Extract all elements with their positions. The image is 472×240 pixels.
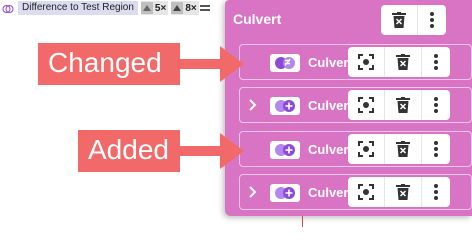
changed-count: 5× — [154, 2, 167, 14]
panel-title: Culvert — [233, 11, 282, 27]
added-items-icon — [171, 2, 184, 14]
delete-button[interactable] — [384, 90, 421, 120]
delete-button[interactable] — [384, 134, 421, 164]
focus-button[interactable] — [348, 134, 384, 164]
focus-target-icon — [358, 184, 374, 200]
kebab-menu-icon — [430, 12, 434, 28]
callout-added: Added — [78, 130, 180, 172]
list-item-culvert-changed[interactable]: Culvert — [239, 44, 472, 80]
region-compare-label[interactable]: Difference to Test Region — [18, 1, 138, 15]
delete-button[interactable] — [384, 177, 421, 207]
callout-arrow-changed — [180, 46, 244, 82]
row-label: Culvert — [308, 55, 353, 70]
added-count: 8× — [185, 2, 197, 14]
changed-count-chip: 5× — [140, 1, 169, 15]
focus-target-icon — [358, 141, 374, 157]
added-type-badge — [270, 184, 300, 202]
row-label: Culvert — [308, 185, 353, 200]
header-actions — [381, 5, 446, 35]
trash-icon — [396, 97, 410, 113]
added-type-badge — [270, 141, 300, 159]
changed-diff-icon — [275, 57, 295, 69]
row-actions — [348, 134, 450, 164]
row-actions — [348, 47, 450, 77]
list-item-culvert-added[interactable]: Culvert — [239, 87, 472, 123]
expand-chevron-icon[interactable] — [247, 185, 259, 199]
map-feature-line — [302, 216, 303, 227]
row-label: Culvert — [308, 142, 353, 157]
focus-button[interactable] — [348, 177, 384, 207]
trash-icon — [392, 12, 406, 28]
changed-type-badge — [270, 54, 300, 72]
delete-button[interactable] — [381, 5, 417, 35]
added-diff-icon — [275, 100, 295, 112]
focus-target-icon — [358, 97, 374, 113]
focus-button[interactable] — [348, 90, 384, 120]
callout-arrow-added — [180, 133, 244, 169]
more-options-button[interactable] — [421, 90, 450, 120]
more-options-button[interactable] — [421, 47, 450, 77]
added-count-chip: 8× — [171, 1, 199, 15]
kebab-menu-icon — [434, 184, 438, 200]
changed-items-icon — [140, 2, 153, 14]
callout-changed: Changed — [38, 43, 180, 85]
added-diff-icon — [275, 187, 295, 199]
added-type-badge — [270, 97, 300, 115]
delete-button[interactable] — [384, 47, 421, 77]
focus-button[interactable] — [348, 47, 384, 77]
kebab-menu-icon — [434, 97, 438, 113]
trash-icon — [396, 54, 410, 70]
trash-icon — [396, 184, 410, 200]
more-options-button[interactable] — [421, 134, 450, 164]
more-options-button[interactable] — [417, 5, 446, 35]
row-label: Culvert — [308, 98, 353, 113]
trash-icon — [396, 141, 410, 157]
expand-chevron-icon[interactable] — [247, 98, 259, 112]
compare-regions-icon — [2, 2, 14, 14]
row-actions — [348, 90, 450, 120]
panel-header: Culvert — [225, 0, 472, 38]
more-options-button[interactable] — [421, 177, 450, 207]
list-item-culvert-added[interactable]: Culvert — [239, 174, 472, 210]
added-diff-icon — [275, 144, 295, 156]
row-actions — [348, 177, 450, 207]
kebab-menu-icon — [434, 54, 438, 70]
kebab-menu-icon — [434, 141, 438, 157]
layer-panel: Culvert Culvert Culvert Culvert Culvert — [225, 0, 472, 216]
more-items-icon — [199, 2, 210, 14]
list-item-culvert-added[interactable]: Culvert — [239, 131, 472, 167]
difference-toolbar: Difference to Test Region 5× 8× — [0, 0, 210, 16]
focus-target-icon — [358, 54, 374, 70]
